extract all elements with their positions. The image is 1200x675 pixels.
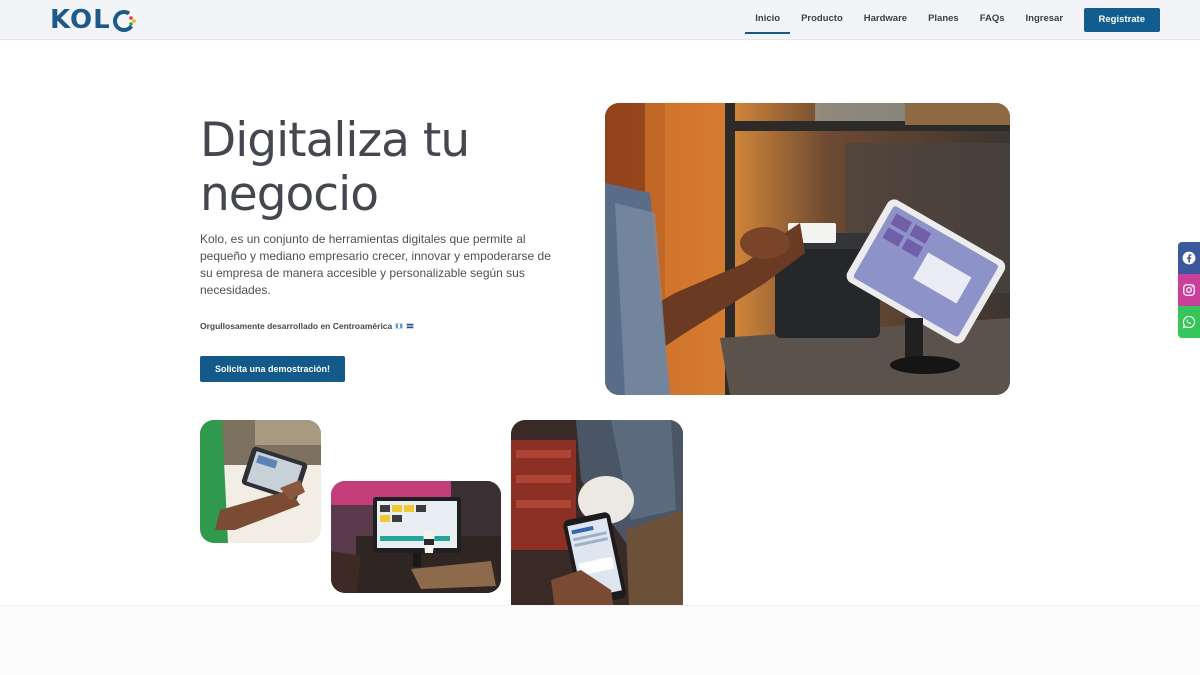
instagram-icon — [1183, 284, 1195, 296]
whatsapp-link[interactable] — [1178, 306, 1200, 338]
pos-main-photo — [605, 103, 1010, 395]
proud-note: Orgullosamente desarrollado en Centroamé… — [200, 321, 415, 331]
whatsapp-icon — [1182, 315, 1196, 329]
register-button[interactable]: Registrate — [1083, 8, 1160, 32]
logo-mark-icon — [112, 10, 136, 32]
guatemala-flag-icon — [395, 323, 404, 329]
facebook-link[interactable] — [1178, 242, 1200, 274]
hero-title-line1: Digitaliza tu — [200, 113, 470, 168]
logo-text: KOL — [50, 5, 111, 35]
monitor-scene-illustration — [331, 481, 501, 593]
nav-planes[interactable]: Planes — [928, 0, 959, 40]
tablet-photo — [200, 420, 321, 543]
main-nav: Inicio Producto Hardware Planes FAQs Ing… — [745, 0, 1160, 40]
pos-scene-illustration — [605, 103, 1010, 395]
nav-ingresar[interactable]: Ingresar — [1026, 0, 1064, 40]
social-sidebar — [1178, 242, 1200, 338]
hero-description: Kolo, es un conjunto de herramientas dig… — [200, 232, 551, 297]
tablet-scene-illustration — [200, 420, 321, 543]
nav-hardware[interactable]: Hardware — [864, 0, 907, 40]
hero-title-line2: negocio — [200, 167, 379, 222]
kolo-logo[interactable]: KOL — [50, 6, 138, 34]
monitor-photo — [331, 481, 501, 593]
proud-text: Orgullosamente desarrollado en Centroamé… — [200, 321, 393, 331]
section-divider — [0, 605, 1200, 675]
nav-faqs[interactable]: FAQs — [980, 0, 1005, 40]
instagram-link[interactable] — [1178, 274, 1200, 306]
hero-title: Digitaliza tu negocio — [200, 114, 560, 222]
site-header: KOL Inicio Producto Hardware Planes FAQs… — [0, 0, 1200, 40]
nav-inicio[interactable]: Inicio — [745, 0, 790, 40]
nav-producto[interactable]: Producto — [801, 0, 843, 40]
el-salvador-flag-icon — [406, 323, 415, 329]
facebook-icon — [1182, 251, 1196, 265]
request-demo-button[interactable]: Solicita una demostración! — [200, 356, 345, 382]
